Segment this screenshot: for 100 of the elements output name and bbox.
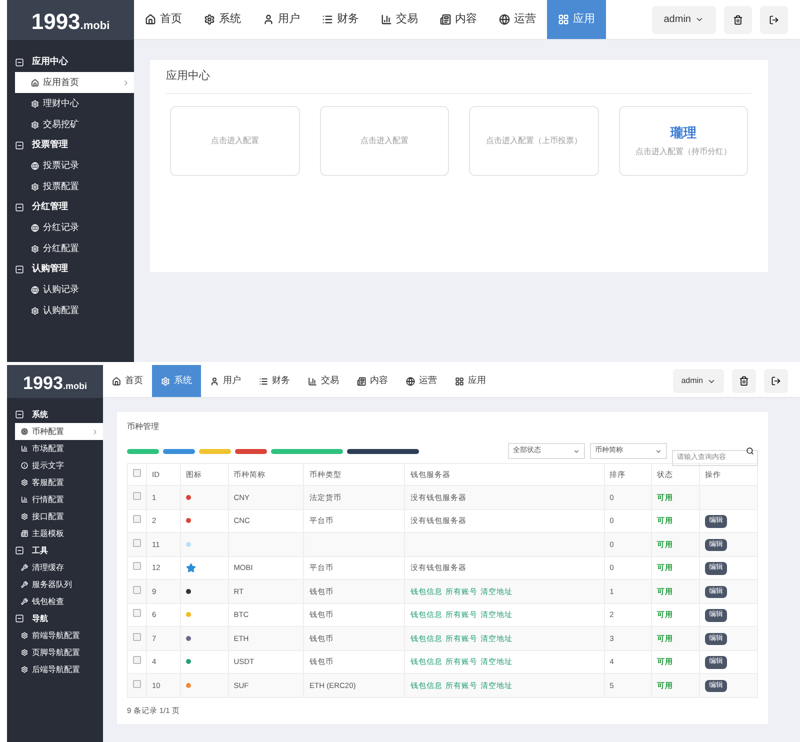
- sidebar-item[interactable]: 交易挖矿: [15, 114, 134, 135]
- card-text: 点击进入配置（持币分红）: [635, 146, 732, 158]
- search-icon: [746, 447, 754, 455]
- document-icon: [357, 376, 366, 386]
- bar-chart-icon: [21, 445, 28, 452]
- sidebar-item[interactable]: 客服配置: [15, 474, 103, 491]
- checkbox[interactable]: [133, 632, 141, 641]
- nav-tab[interactable]: 内容: [348, 365, 397, 397]
- gear-icon: [21, 666, 28, 673]
- logo: 1993.mobi: [7, 365, 103, 398]
- app-card[interactable]: 瓏理 点击进入配置（持币分红）: [618, 106, 748, 176]
- sidebar-item[interactable]: 币种配置: [15, 423, 103, 440]
- sidebar-item[interactable]: 投票配置: [15, 176, 134, 197]
- checkbox[interactable]: [133, 656, 141, 664]
- sidebar-item[interactable]: 主题模板: [15, 525, 103, 542]
- nav-tab[interactable]: 应用: [547, 0, 606, 39]
- checkbox[interactable]: [133, 492, 141, 500]
- collapse-icon[interactable]: [15, 614, 24, 623]
- panel-title: 币种管理: [127, 421, 160, 433]
- sidebar-item[interactable]: 后端导航配置: [15, 661, 103, 678]
- info-icon: [21, 462, 28, 469]
- checkbox[interactable]: [133, 562, 141, 570]
- nav-tab[interactable]: 应用: [446, 365, 495, 397]
- bar-chart-icon: [381, 14, 392, 25]
- nav-tab[interactable]: 用户: [252, 0, 311, 39]
- panel-title: 应用中心: [166, 60, 752, 94]
- sidebar-group-title: 工具: [32, 544, 48, 556]
- sidebar-group-title: 导航: [32, 612, 48, 624]
- grid-icon: [558, 14, 569, 25]
- sidebar-group-title: 应用中心: [32, 55, 68, 68]
- sidebar-group-title: 系统: [32, 408, 48, 420]
- checkbox[interactable]: [133, 680, 141, 688]
- nav-tab[interactable]: 交易: [370, 0, 429, 39]
- collapse-icon[interactable]: [15, 264, 24, 274]
- globe-icon: [499, 14, 510, 25]
- sidebar-item[interactable]: 页脚导航配置: [15, 644, 103, 661]
- card-text: 点击进入配置: [360, 134, 408, 146]
- sidebar-item[interactable]: 分红记录: [15, 217, 134, 238]
- nav-tab[interactable]: 首页: [134, 0, 193, 39]
- collapse-icon[interactable]: [15, 546, 24, 555]
- user-dropdown[interactable]: admin: [652, 6, 716, 34]
- collapse-icon[interactable]: [15, 58, 24, 66]
- nav-tab[interactable]: 系统: [193, 0, 252, 39]
- sidebar-item[interactable]: 投票记录: [15, 155, 134, 176]
- user-dropdown[interactable]: admin: [673, 369, 724, 393]
- home-icon: [112, 376, 121, 386]
- sidebar-item[interactable]: 接口配置: [15, 508, 103, 525]
- caret-icon: [655, 448, 662, 454]
- logout-icon: [771, 376, 781, 386]
- nav-tab[interactable]: 运营: [397, 365, 446, 397]
- nav-tab[interactable]: 首页: [103, 365, 152, 397]
- sidebar-item[interactable]: 清理缓存: [15, 559, 103, 576]
- nav-tab[interactable]: 内容: [429, 0, 488, 39]
- checkbox[interactable]: [133, 538, 141, 547]
- user-icon: [263, 14, 274, 25]
- target-icon: [21, 428, 28, 435]
- bar-chart-icon: [21, 496, 28, 503]
- sidebar-item[interactable]: 认购记录: [15, 279, 134, 300]
- checkbox[interactable]: [133, 586, 141, 594]
- nav-tab[interactable]: 用户: [201, 365, 250, 397]
- checkbox[interactable]: [133, 609, 141, 618]
- document-icon: [21, 530, 28, 537]
- gear-icon: [31, 306, 39, 314]
- card-text: 点击进入配置（上币投票）: [486, 134, 582, 146]
- collapse-icon[interactable]: [15, 140, 24, 150]
- gear-icon: [31, 244, 39, 252]
- sidebar-item[interactable]: 提示文字: [15, 457, 103, 474]
- gear-icon: [31, 100, 39, 108]
- sidebar-item[interactable]: 理财中心: [15, 93, 134, 114]
- sidebar-item[interactable]: 分红配置: [15, 238, 134, 259]
- sidebar-item[interactable]: 前端导航配置: [15, 627, 103, 644]
- trash-button[interactable]: [732, 369, 756, 393]
- sidebar-item[interactable]: 钱包检查: [15, 593, 103, 610]
- collapse-icon[interactable]: [15, 410, 24, 419]
- nav-tab[interactable]: 交易: [299, 365, 348, 397]
- home-icon: [31, 78, 39, 86]
- trash-icon: [733, 14, 743, 24]
- nav-tab[interactable]: 财务: [311, 0, 370, 39]
- sidebar-group-title: 分红管理: [32, 200, 68, 214]
- checkbox[interactable]: [133, 515, 141, 524]
- checkbox[interactable]: [133, 468, 141, 477]
- nav-tab[interactable]: 运营: [488, 0, 547, 39]
- sidebar-item[interactable]: 应用首页: [15, 72, 134, 93]
- sidebar-item[interactable]: 行情配置: [15, 491, 103, 508]
- chevron-icon: [122, 78, 130, 86]
- sidebar-item[interactable]: 服务器队列: [15, 576, 103, 593]
- sidebar-item[interactable]: 认购配置: [15, 300, 134, 321]
- trash-button[interactable]: [724, 6, 752, 34]
- list-icon: [259, 376, 268, 386]
- globe-icon: [31, 286, 39, 294]
- logout-button[interactable]: [764, 369, 788, 393]
- grid-icon: [455, 376, 464, 386]
- gear-icon: [161, 376, 170, 386]
- logout-button[interactable]: [760, 6, 788, 34]
- nav-tab[interactable]: 财务: [250, 365, 299, 397]
- wrench-icon: [21, 598, 28, 605]
- gear-icon: [31, 120, 39, 128]
- nav-tab[interactable]: 系统: [152, 365, 201, 397]
- collapse-icon[interactable]: [15, 202, 24, 212]
- sidebar-item[interactable]: 市场配置: [15, 440, 103, 457]
